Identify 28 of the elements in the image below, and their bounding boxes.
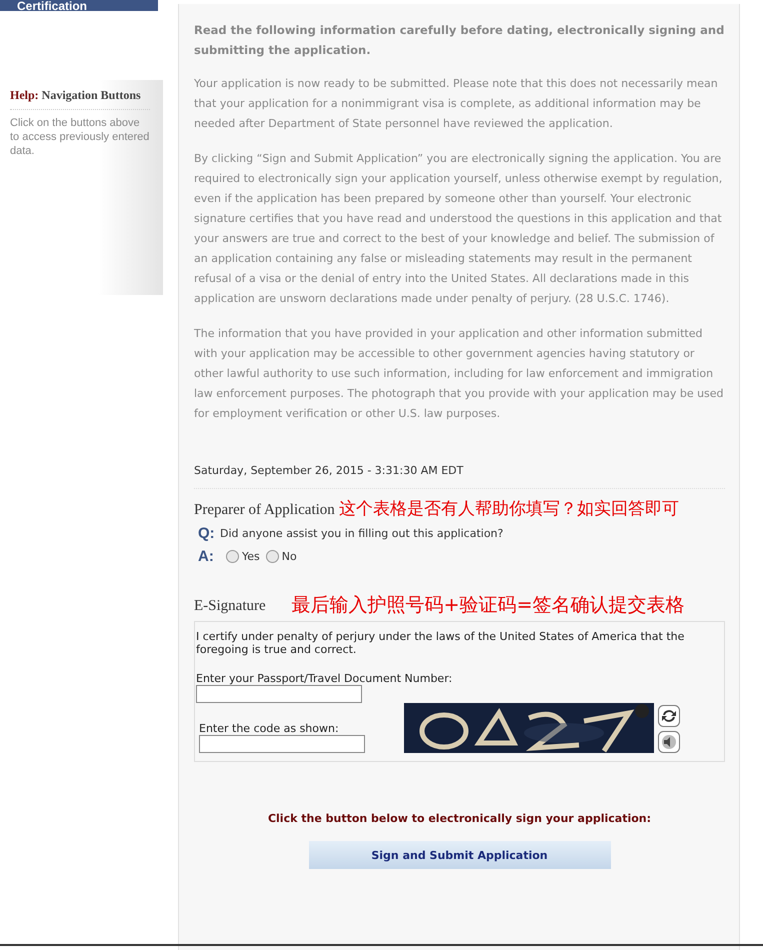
help-text: Click on the buttons above to access previously entered data. (10, 116, 150, 158)
certify-text: I certify under penalty of perjury under the laws of the United States of America that the foregoing is true and correct. (196, 630, 686, 656)
section-title: Preparer of Application (194, 502, 335, 519)
field-label: Enter your Passport/Travel Document Number: (196, 672, 454, 685)
annotation-text: 这个表格是否有人帮助你填写？如实回答即可 (338, 499, 679, 519)
instruction-text: Click the button below to electronically sign your application: (266, 812, 652, 825)
radio-label: No (282, 550, 297, 563)
help-title: Help: Navigation Buttons (10, 86, 150, 110)
paragraph: The information that you have provided in your application and other information submitted with your application may be accessible to other government agencies having statutory or other lawful authority to use such information, including for law enforcement and immigration law enforcement purposes. The photograph that you provide with your application may be used for employment verification or other U.S. law purposes. (194, 326, 725, 422)
paragraph: By clicking “Sign and Submit Application” you are electronically signing the application. You are required to electronically sign your application yourself, unless otherwise exempt by regulation, even if the application has been prepared by someone other than yourself. Your electronic signature certifies that you have read and understood the questions in this application and that your answers are true and correct to the best of your knowledge and belief. The submission of an application containing any false or misleading statements may result in the permanent refusal of a visa or the denial of entry into the United States. All declarations made in this application are unsworn declarations made under penalty of perjury. (28 U.S.C. 1746). (194, 151, 724, 307)
radio-button[interactable] (226, 550, 239, 563)
timestamp: Saturday, September 26, 2015 - 3:31:30 AM EDT (194, 464, 464, 477)
field-label: Enter the code as shown: (199, 722, 340, 735)
speaker-icon[interactable] (658, 731, 680, 753)
question-text: Did anyone assist you in filling out this application? (220, 527, 504, 540)
input-field[interactable] (199, 735, 365, 753)
instructions-heading: Read the following information carefully before dating, electronically signing and submitting the application. (194, 22, 725, 59)
radio-button[interactable] (266, 550, 279, 563)
paragraph: Your application is now ready to be submitted. Please note that this does not necessarily mean that your application for a nonimmigrant visa is complete, as additional information may be needed after Department of State personnel have reviewed the application. (194, 76, 719, 132)
section-title: E-Signature (194, 598, 266, 615)
radio-label: Yes (242, 550, 260, 563)
nav-button[interactable]: Certification (0, 0, 158, 11)
submit-button[interactable]: Sign and Submit Application (308, 841, 610, 869)
annotation-text: 最后输入护照号码+验证码=签名确认提交表格 (292, 595, 684, 615)
input-field[interactable] (196, 685, 362, 703)
answer-label: A: (198, 548, 215, 565)
question-label: Q: (198, 525, 216, 542)
refresh-icon[interactable] (658, 705, 680, 727)
